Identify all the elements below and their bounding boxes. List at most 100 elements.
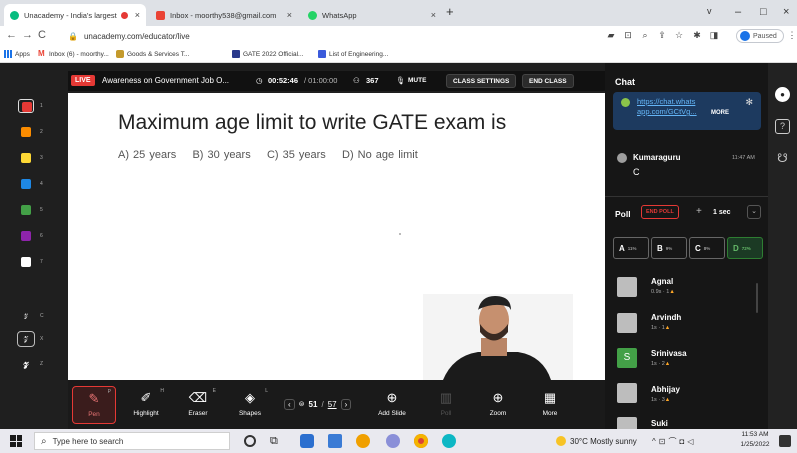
chevron-down-icon[interactable]: ⌄ [747,205,761,219]
browser-tab-bar: Unacademy - India's largest × Inbox - mo… [0,0,797,26]
end-class-button[interactable]: END CLASS [522,74,574,88]
apps-icon [4,50,12,58]
gate-icon [232,50,240,58]
close-tab-icon[interactable]: × [129,10,140,20]
system-tray-icon[interactable]: ^⊡⌒◘◁ [652,436,696,447]
class-settings-button[interactable]: CLASS SETTINGS [446,74,517,88]
color-swatch-purple[interactable] [18,229,34,243]
prev-slide-button[interactable]: ‹ [284,398,295,410]
clock-time[interactable]: 11:53 AM [738,431,772,438]
task-view-icon[interactable]: ⧉ [270,434,284,448]
end-poll-button[interactable]: END POLL [641,205,679,219]
camera-icon[interactable]: ▰ [606,30,616,40]
color-swatch-orange[interactable] [18,125,34,139]
color-shortcut: 3 [40,155,43,161]
menu-dots-icon[interactable]: ⋮ [787,30,797,40]
color-swatch-white[interactable] [18,255,34,269]
app-icon[interactable] [386,434,400,448]
tab-whatsapp[interactable]: WhatsApp × [302,4,442,26]
eraser-tool-button[interactable]: ⌫ Eraser E [176,386,220,424]
app-icon[interactable] [328,434,342,448]
color-swatch-yellow[interactable] [18,151,34,165]
poll-options: A 11% B 9% C 8% D 72% [613,237,763,259]
tool-label: Zoom [489,410,507,417]
extensions-icon[interactable]: ✱ [692,30,702,40]
more-tool-button[interactable]: ▦ More [528,386,572,424]
pinned-message[interactable]: https://chat.whats app.com/GCtVg... MORE… [613,92,761,130]
timer-elapsed: 00:52:46 [268,76,299,85]
firefox-icon[interactable] [356,434,370,448]
gmail-icon: M [38,49,45,58]
gst-icon [116,50,124,58]
tab-search-button[interactable]: v [707,6,712,16]
close-window-button[interactable]: × [783,6,789,18]
shapes-tool-button[interactable]: ◈ Shapes L [228,386,272,424]
timer-total: / 01:00:00 [304,76,338,85]
chrome-icon[interactable] [414,434,428,448]
pen-tool-button[interactable]: ✎ Pen P [72,386,116,424]
maximize-button[interactable]: □ [760,6,767,18]
tab-inbox[interactable]: Inbox - moorthy538@gmail.com × [150,4,298,26]
bookmark-inbox[interactable]: M Inbox (6) - moorthy... [38,50,109,58]
share-icon[interactable]: ⇪ [657,30,667,40]
color-swatch-green[interactable] [18,203,34,217]
responder-name: Srinivasa [651,349,687,358]
highlight-tool-button[interactable]: ✐ Highlight H [124,386,168,424]
zoom-tool-button[interactable]: ⊕ Zoom [476,386,520,424]
close-tab-icon[interactable]: × [281,10,292,20]
zoom-icon[interactable]: ⌕ [640,30,650,40]
doubt-icon[interactable]: ☋ [775,151,790,166]
poll-heading: Poll [615,209,631,219]
bookmark-engineering[interactable]: List of Engineering... [318,50,388,58]
chat-icon[interactable]: ● [775,87,790,102]
settings-icon[interactable]: ✻ [745,97,753,108]
responder-name: Agnal [651,277,674,286]
unacademy-favicon-icon [10,10,19,20]
minimize-button[interactable]: – [735,6,741,18]
tab-unacademy[interactable]: Unacademy - India's largest × [4,4,146,26]
back-arrow-icon[interactable]: ← [6,29,17,41]
scrollbar[interactable] [756,283,758,313]
add-time-button[interactable]: + [696,206,702,217]
windows-start-icon[interactable] [10,435,22,447]
forward-arrow-icon[interactable]: → [22,29,33,41]
clock-date[interactable]: 1/25/2022 [738,441,772,448]
bookmark-gst[interactable]: Goods & Services T... [116,50,189,58]
color-swatch-blue[interactable] [18,177,34,191]
more-link[interactable]: MORE [711,110,729,116]
reload-icon[interactable]: C [38,29,46,41]
edge-icon[interactable] [442,434,456,448]
bookmark-gate[interactable]: GATE 2022 Official... [232,50,303,58]
weather-text[interactable]: 30°C Mostly sunny [570,437,637,446]
tool-shortcut: H [160,388,164,394]
class-top-bar: LIVE Awareness on Government Job O... ◷ … [68,71,605,91]
color-swatch-red[interactable] [18,99,34,113]
stroke-thick-icon[interactable]: 𝓏 [18,357,34,371]
sidepanel-icon[interactable]: ◨ [709,30,719,40]
next-slide-button[interactable]: › [340,398,352,410]
star-icon[interactable]: ☆ [674,30,684,40]
taskbar-search[interactable]: ⌕ Type here to search [34,432,230,450]
new-tab-button[interactable]: + [446,4,454,19]
add-slide-button[interactable]: ⊕ Add Slide [370,386,414,424]
tool-shortcut: L [265,388,268,394]
mute-button[interactable]: MUTE [408,77,426,84]
poll-tool-button[interactable]: ▥ Poll [424,386,468,424]
stroke-medium-icon[interactable]: 𝓏 [17,331,35,347]
close-tab-icon[interactable]: × [425,10,436,20]
chat-panel: Chat https://chat.whats app.com/GCtVg...… [605,63,768,429]
install-icon[interactable]: ⊡ [623,30,633,40]
notification-icon[interactable] [779,435,791,447]
help-icon[interactable]: ? [775,119,790,134]
url-field[interactable]: 🔒 unacademy.com/educator/live [68,29,518,43]
total-slides[interactable]: 57 [328,400,337,409]
bookmark-label: Goods & Services T... [127,50,190,58]
store-icon[interactable] [300,434,314,448]
chat-heading: Chat [615,77,635,87]
profile-paused-button[interactable]: Paused [736,29,784,43]
stroke-thin-icon[interactable]: 𝓏 [18,309,34,323]
bookmark-apps[interactable]: Apps [4,50,30,58]
responder-name: Arvindh [651,313,682,322]
cortana-icon[interactable] [244,435,256,447]
color-shortcut: 5 [40,207,43,213]
